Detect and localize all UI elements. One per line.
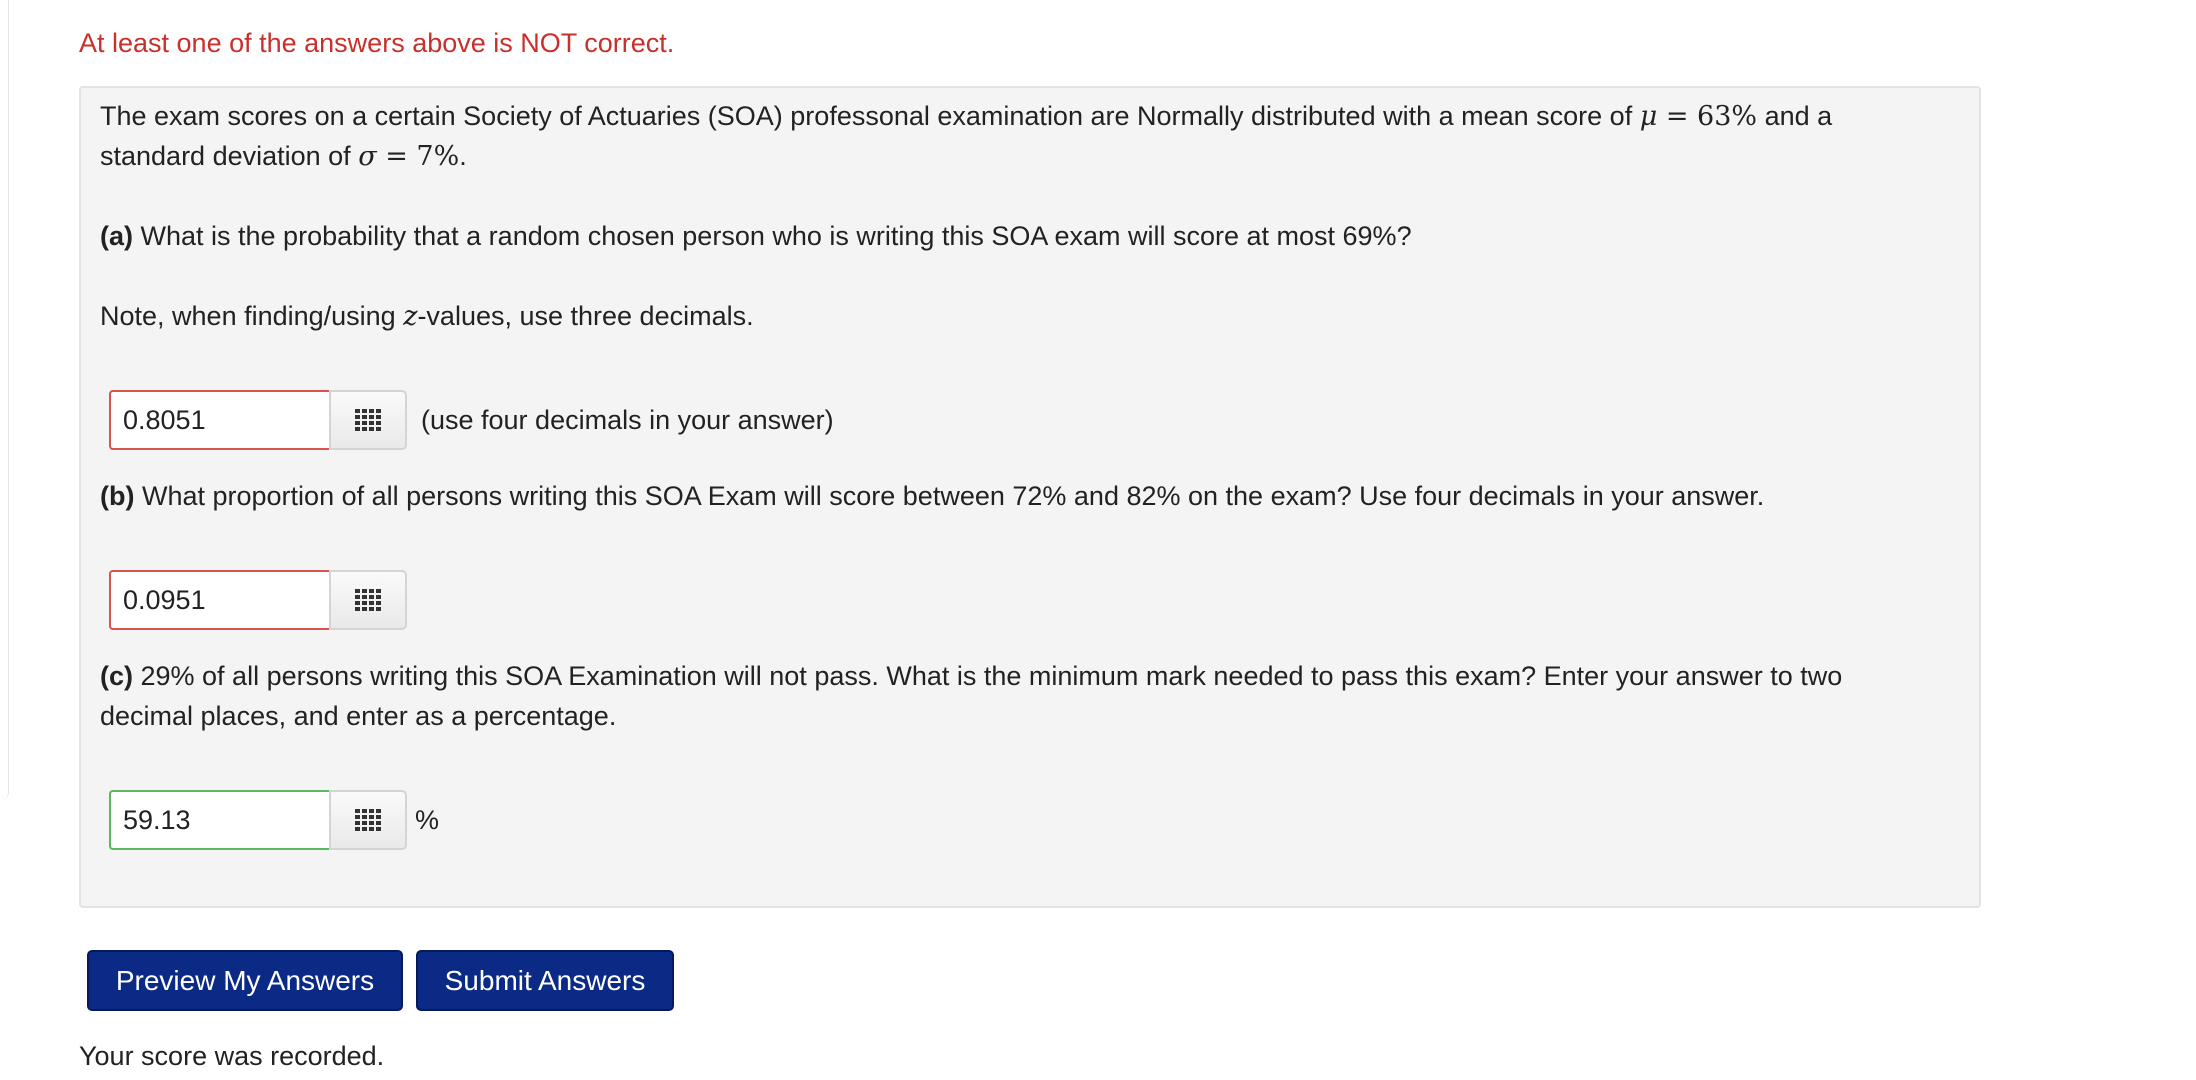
answer-status-alert: At least one of the answers above is NOT… bbox=[79, 28, 675, 58]
part-a-answer-row: (use four decimals in your answer) bbox=[109, 390, 834, 450]
part-c-question-line-2: decimal places, and enter as a percentag… bbox=[100, 701, 617, 731]
problem-intro-line-2: standard deviation of σ = 7%. bbox=[100, 136, 467, 177]
mu-equation: μ = 63% bbox=[1640, 101, 1757, 132]
part-b-answer-row bbox=[109, 570, 407, 630]
z-symbol: z bbox=[403, 301, 418, 332]
note-text-end: -values, use three decimals. bbox=[417, 301, 754, 331]
mu-symbol: μ bbox=[1639, 101, 1658, 132]
part-b-text: What proportion of all persons writing t… bbox=[134, 481, 1765, 511]
mu-value: = 63% bbox=[1657, 101, 1758, 132]
part-b-question: (b) What proportion of all persons writi… bbox=[100, 476, 1764, 516]
submit-answers-button[interactable]: Submit Answers bbox=[416, 950, 674, 1011]
problem-intro-line-1: The exam scores on a certain Society of … bbox=[100, 96, 1832, 137]
page: At least one of the answers above is NOT… bbox=[0, 0, 2196, 1080]
part-c-percent-unit: % bbox=[415, 804, 440, 835]
part-a-label: (a) bbox=[100, 221, 133, 251]
part-c-answer-row: % bbox=[109, 790, 439, 850]
sigma-symbol: σ bbox=[358, 141, 377, 172]
part-a-answer-tool-button[interactable] bbox=[329, 390, 407, 450]
left-panel-edge bbox=[0, 0, 9, 800]
part-c-text: 29% of all persons writing this SOA Exam… bbox=[133, 661, 1843, 691]
sigma-equation: σ = 7% bbox=[358, 141, 459, 172]
score-status-message: Your score was recorded. bbox=[79, 1041, 385, 1071]
intro-period: . bbox=[459, 141, 467, 171]
intro-text: The exam scores on a certain Society of … bbox=[100, 101, 1640, 131]
part-a-answer-input[interactable] bbox=[109, 390, 329, 450]
part-c-answer-input[interactable] bbox=[109, 790, 329, 850]
grid-icon bbox=[355, 409, 381, 431]
part-b-answer-input[interactable] bbox=[109, 570, 329, 630]
grid-icon bbox=[355, 589, 381, 611]
part-b-label: (b) bbox=[100, 481, 135, 511]
sigma-value: = 7% bbox=[376, 141, 460, 172]
part-a-question: (a) What is the probability that a rando… bbox=[100, 216, 1412, 256]
intro-text-2: standard deviation of bbox=[100, 141, 359, 171]
part-a-text: What is the probability that a random ch… bbox=[133, 221, 1412, 251]
part-a-decimal-hint: (use four decimals in your answer) bbox=[421, 404, 834, 435]
intro-text-end: and a bbox=[1757, 101, 1833, 131]
part-b-answer-tool-button[interactable] bbox=[329, 570, 407, 630]
grid-icon bbox=[355, 809, 381, 831]
note-text: Note, when finding/using bbox=[100, 301, 404, 331]
problem-panel: The exam scores on a certain Society of … bbox=[79, 86, 1981, 908]
part-c-label: (c) bbox=[100, 661, 133, 691]
preview-answers-button[interactable]: Preview My Answers bbox=[87, 950, 403, 1011]
part-c-question-line-1: (c) 29% of all persons writing this SOA … bbox=[100, 656, 1842, 696]
z-value-note: Note, when finding/using z-values, use t… bbox=[100, 296, 754, 337]
part-c-answer-tool-button[interactable] bbox=[329, 790, 407, 850]
